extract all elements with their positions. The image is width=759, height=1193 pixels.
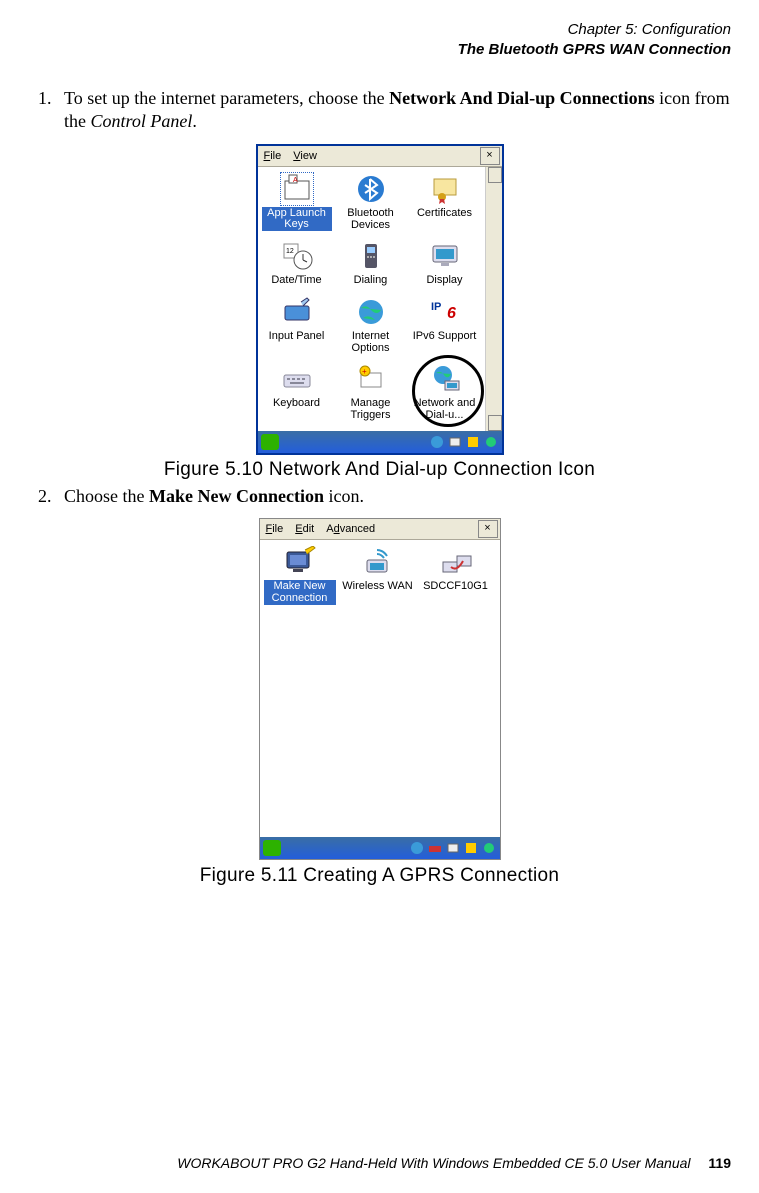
steps-list: To set up the internet parameters, choos… — [28, 87, 731, 134]
cp-item-bluetooth[interactable]: Bluetooth Devices — [336, 173, 406, 233]
svg-text:A: A — [293, 177, 298, 184]
section-label: The Bluetooth GPRS WAN Connection — [28, 40, 731, 60]
icon-label: App Launch Keys — [262, 207, 332, 231]
display-icon — [429, 240, 461, 272]
system-tray — [430, 435, 502, 449]
taskbar — [258, 431, 502, 453]
svg-text:6: 6 — [447, 305, 456, 322]
keyboard-icon — [281, 363, 313, 395]
step-2: Choose the Make New Connection icon. — [56, 485, 731, 508]
icon-label: Display — [426, 274, 462, 286]
clock-icon: 12 — [281, 240, 313, 272]
icon-label: Input Panel — [269, 330, 325, 342]
close-icon[interactable]: × — [480, 147, 500, 165]
keys-icon: A — [281, 173, 313, 205]
svg-text:+: + — [362, 367, 367, 376]
icon-label: Date/Time — [271, 274, 321, 286]
icon-label: Bluetooth Devices — [347, 207, 393, 231]
phone-icon — [355, 240, 387, 272]
tray-icon[interactable] — [464, 841, 478, 855]
nc-item-sdccf[interactable]: SDCCF10G1 — [420, 546, 492, 593]
input-panel-icon — [281, 296, 313, 328]
connections-body: Make New Connection Wireless WAN SDCCF10… — [260, 540, 500, 837]
nc-item-make-new[interactable]: Make New Connection — [264, 546, 336, 605]
footer-text: WORKABOUT PRO G2 Hand-Held With Windows … — [177, 1155, 690, 1171]
tray-icon[interactable] — [428, 841, 442, 855]
page-footer: WORKABOUT PRO G2 Hand-Held With Windows … — [28, 1155, 731, 1171]
icon-label: Wireless WAN — [342, 580, 412, 592]
cp-item-display[interactable]: Display — [410, 240, 480, 288]
menu-bar: File View × — [258, 146, 502, 167]
tray-icon[interactable] — [430, 435, 444, 449]
taskbar-2 — [260, 837, 500, 859]
cp-item-manage-triggers[interactable]: + Manage Triggers — [336, 363, 406, 423]
cp-item-datetime[interactable]: 12 Date/Time — [262, 240, 332, 288]
network-connections-window: File Edit Advanced × Make New Connection… — [259, 518, 501, 860]
menu-bar-2: File Edit Advanced × — [260, 519, 500, 540]
make-new-connection-icon — [283, 546, 317, 578]
start-button[interactable] — [263, 840, 281, 856]
chapter-label: Chapter 5: Configuration — [28, 20, 731, 40]
cp-item-ipv6[interactable]: IP 6 IPv6 Support — [410, 296, 480, 356]
page-number: 119 — [708, 1155, 731, 1171]
cp-item-dialing[interactable]: Dialing — [336, 240, 406, 288]
wireless-wan-icon — [361, 546, 395, 578]
network-adapter-icon — [439, 546, 473, 578]
menu-edit[interactable]: Edit — [289, 521, 320, 537]
ipv6-icon: IP 6 — [429, 296, 461, 328]
tray-icon[interactable] — [466, 435, 480, 449]
globe-icon — [355, 296, 387, 328]
cp-item-keyboard[interactable]: Keyboard — [262, 363, 332, 423]
cp-item-app-launch-keys[interactable]: A App Launch Keys — [262, 173, 332, 233]
icon-label: IPv6 Support — [413, 330, 477, 342]
figure-5-11: File Edit Advanced × Make New Connection… — [28, 518, 731, 861]
cp-item-input-panel[interactable]: Input Panel — [262, 296, 332, 356]
icon-label: SDCCF10G1 — [423, 580, 488, 592]
triggers-icon: + — [355, 363, 387, 395]
cp-item-network-dialup[interactable]: Network and Dial-u... — [410, 363, 480, 423]
control-panel-window: File View × A App Launch Keys Bluetooth … — [256, 144, 504, 455]
icon-label: Certificates — [417, 207, 472, 219]
close-icon[interactable]: × — [478, 520, 498, 538]
menu-file[interactable]: File — [258, 148, 288, 164]
menu-view[interactable]: View — [287, 148, 323, 164]
scrollbar[interactable] — [485, 167, 502, 431]
cp-item-internet-options[interactable]: Internet Options — [336, 296, 406, 356]
start-button[interactable] — [261, 434, 279, 450]
page-header: Chapter 5: Configuration The Bluetooth G… — [28, 20, 731, 59]
figure-5-10: File View × A App Launch Keys Bluetooth … — [28, 144, 731, 455]
icon-label: Manage Triggers — [351, 397, 391, 421]
step-1: To set up the internet parameters, choos… — [56, 87, 731, 134]
network-icon — [429, 363, 461, 395]
tray-icon[interactable] — [446, 841, 460, 855]
tray-icon[interactable] — [448, 435, 462, 449]
icon-label: Keyboard — [273, 397, 320, 409]
tray-icon[interactable] — [482, 841, 496, 855]
icon-label: Make New Connection — [264, 580, 336, 605]
svg-text:12: 12 — [286, 248, 294, 255]
tray-icon[interactable] — [410, 841, 424, 855]
certificate-icon — [429, 173, 461, 205]
icon-label: Internet Options — [352, 330, 390, 354]
icon-label: Dialing — [354, 274, 388, 286]
figure-5-11-caption: Figure 5.11 Creating A GPRS Connection — [28, 865, 731, 887]
system-tray — [410, 841, 500, 855]
bluetooth-icon — [355, 173, 387, 205]
figure-5-10-caption: Figure 5.10 Network And Dial-up Connecti… — [28, 459, 731, 481]
svg-text:IP: IP — [431, 301, 441, 313]
tray-icon[interactable] — [484, 435, 498, 449]
steps-list-2: Choose the Make New Connection icon. — [28, 485, 731, 508]
menu-advanced[interactable]: Advanced — [320, 521, 381, 537]
icon-label: Network and Dial-u... — [414, 397, 476, 421]
control-panel-body: A App Launch Keys Bluetooth Devices Cert… — [258, 167, 502, 431]
cp-item-certificates[interactable]: Certificates — [410, 173, 480, 233]
nc-item-wireless-wan[interactable]: Wireless WAN — [342, 546, 414, 593]
menu-file[interactable]: File — [260, 521, 290, 537]
